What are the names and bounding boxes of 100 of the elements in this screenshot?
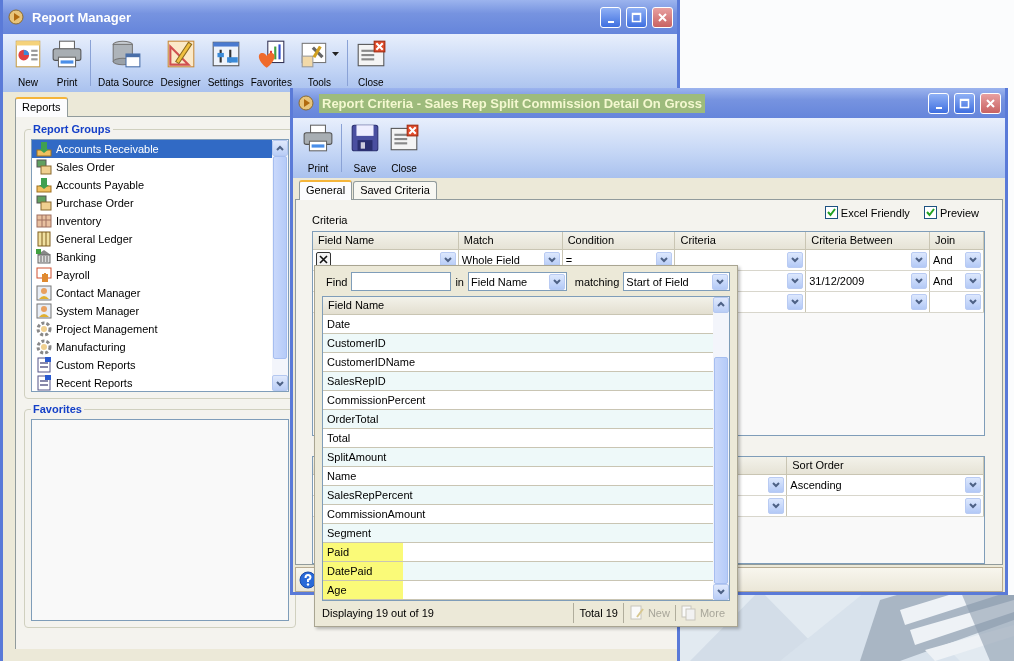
list-item[interactable]: Accounts Receivable xyxy=(32,140,272,158)
pages-icon xyxy=(680,605,697,622)
maximize-button[interactable] xyxy=(626,6,647,28)
tray-icon xyxy=(36,177,52,193)
list-item[interactable]: Manufacturing xyxy=(32,338,272,356)
tab[interactable]: Reports xyxy=(15,97,68,117)
tab[interactable]: Saved Criteria xyxy=(353,181,437,199)
list-item[interactable]: Sales Order xyxy=(32,158,272,176)
scrollbar[interactable] xyxy=(713,296,729,600)
checkbox-label: Preview xyxy=(939,206,979,219)
dropdown-button[interactable] xyxy=(911,251,928,268)
toolbar-button[interactable]: Data Source xyxy=(95,36,157,90)
dropdown-field[interactable]: Start of Field xyxy=(623,272,730,292)
toolbar-button[interactable]: New xyxy=(9,36,47,90)
minimize-button[interactable] xyxy=(600,6,621,28)
dropdown-button[interactable] xyxy=(965,251,981,268)
list-item[interactable]: SalesRepID xyxy=(323,371,403,390)
checkmark-icon xyxy=(924,207,936,218)
toolbar-button[interactable]: Print xyxy=(299,120,337,176)
chevron-down-icon xyxy=(771,480,782,490)
list-item[interactable]: CustomerID xyxy=(323,333,403,352)
field-label: matching xyxy=(573,275,621,288)
list-item[interactable]: System Manager xyxy=(32,302,272,320)
column-header: Field Name xyxy=(323,296,713,315)
chevron-down-icon xyxy=(771,501,782,511)
printer-icon xyxy=(51,38,83,70)
dropdown-button[interactable] xyxy=(965,476,981,493)
maximize-button[interactable] xyxy=(954,92,975,114)
dropdown-button[interactable] xyxy=(965,272,981,289)
dropdown-field[interactable] xyxy=(787,495,984,516)
minimize-button[interactable] xyxy=(928,92,949,114)
list-item[interactable]: Banking xyxy=(32,248,272,266)
dropdown-field[interactable] xyxy=(806,249,931,270)
gear-icon xyxy=(36,339,52,355)
dropdown-button[interactable] xyxy=(911,272,928,289)
list-item[interactable]: CustomerIDName xyxy=(323,352,420,371)
toolbar-button[interactable]: Settings xyxy=(204,36,247,90)
close-button[interactable] xyxy=(652,6,673,28)
list-item[interactable]: SplitAmount xyxy=(323,447,403,466)
list-item[interactable]: Project Management xyxy=(32,320,272,338)
minimize-icon xyxy=(935,106,942,109)
dropdown-field[interactable]: 31/12/2009 xyxy=(806,270,931,291)
list-item[interactable]: General Ledger xyxy=(32,230,272,248)
list-item[interactable]: Custom Reports xyxy=(32,356,272,374)
list-item[interactable]: Inventory xyxy=(32,212,272,230)
column-header: Match xyxy=(458,231,563,249)
list-item[interactable]: Purchase Order xyxy=(32,194,272,212)
checkbox[interactable] xyxy=(824,206,838,219)
list-item[interactable]: Contact Manager xyxy=(32,284,272,302)
dropdown-button[interactable] xyxy=(965,293,981,310)
dropdown-button[interactable] xyxy=(768,476,785,493)
list-item[interactable]: Date xyxy=(323,314,403,333)
group-title: Report Groups xyxy=(32,123,112,135)
dropdown-button[interactable] xyxy=(787,251,804,268)
column-header: Condition xyxy=(562,231,676,249)
tab[interactable]: General xyxy=(299,180,353,200)
toolbar-button[interactable]: Designer xyxy=(157,36,204,90)
toolbar-button[interactable]: Print xyxy=(48,36,86,90)
group-title: Favorites xyxy=(32,403,83,415)
list-item[interactable]: Total xyxy=(323,428,403,447)
column-header: Criteria Between xyxy=(806,231,931,249)
column-header: Field Name xyxy=(313,231,459,249)
list-item[interactable]: CommissionPercent xyxy=(323,390,430,409)
list-item[interactable]: Segment xyxy=(323,523,403,542)
maximize-icon xyxy=(959,97,970,109)
list-item[interactable]: Accounts Payable xyxy=(32,176,272,194)
boxes-icon xyxy=(36,195,52,211)
total-count: Total 19 xyxy=(573,603,624,624)
list-item[interactable]: Name xyxy=(323,466,403,485)
app-icon xyxy=(298,95,314,111)
list-item[interactable]: Recent Reports xyxy=(32,374,272,392)
dropdown-field[interactable]: Field Name xyxy=(467,272,567,292)
dropdown-button[interactable] xyxy=(768,497,785,514)
dropdown-field[interactable]: Ascending xyxy=(787,474,984,495)
dropdown-field[interactable]: And xyxy=(930,249,984,270)
dropdown-button[interactable] xyxy=(548,273,565,290)
toolbar-button[interactable]: Close xyxy=(385,120,423,176)
dropdown-button[interactable] xyxy=(787,272,804,289)
section-label: Criteria xyxy=(312,213,348,226)
scrollbar[interactable] xyxy=(272,140,288,391)
field-label: Find xyxy=(325,275,349,288)
dropdown-field[interactable] xyxy=(806,291,931,312)
list-item[interactable]: OrderTotal xyxy=(323,409,403,428)
chevron-down-icon xyxy=(968,480,978,490)
dropdown-field[interactable] xyxy=(930,291,984,312)
dropdown-button[interactable] xyxy=(911,293,928,310)
toolbar-button[interactable]: Favorites xyxy=(247,36,295,90)
find-field[interactable] xyxy=(351,272,452,292)
toolbar-button[interactable]: Save xyxy=(346,120,384,176)
checkbox[interactable] xyxy=(923,206,937,219)
printer-icon xyxy=(302,122,334,154)
dropdown-field[interactable]: And xyxy=(930,270,984,291)
list-item[interactable]: Payroll xyxy=(32,266,272,284)
chevron-down-icon xyxy=(914,297,925,307)
dropdown-button[interactable] xyxy=(712,273,728,290)
dropdown-button[interactable] xyxy=(965,497,981,514)
close-button[interactable] xyxy=(980,92,1001,114)
list-item[interactable]: CommissionAmount xyxy=(323,504,430,523)
dropdown-button[interactable] xyxy=(787,293,804,310)
gear-icon xyxy=(36,321,52,337)
